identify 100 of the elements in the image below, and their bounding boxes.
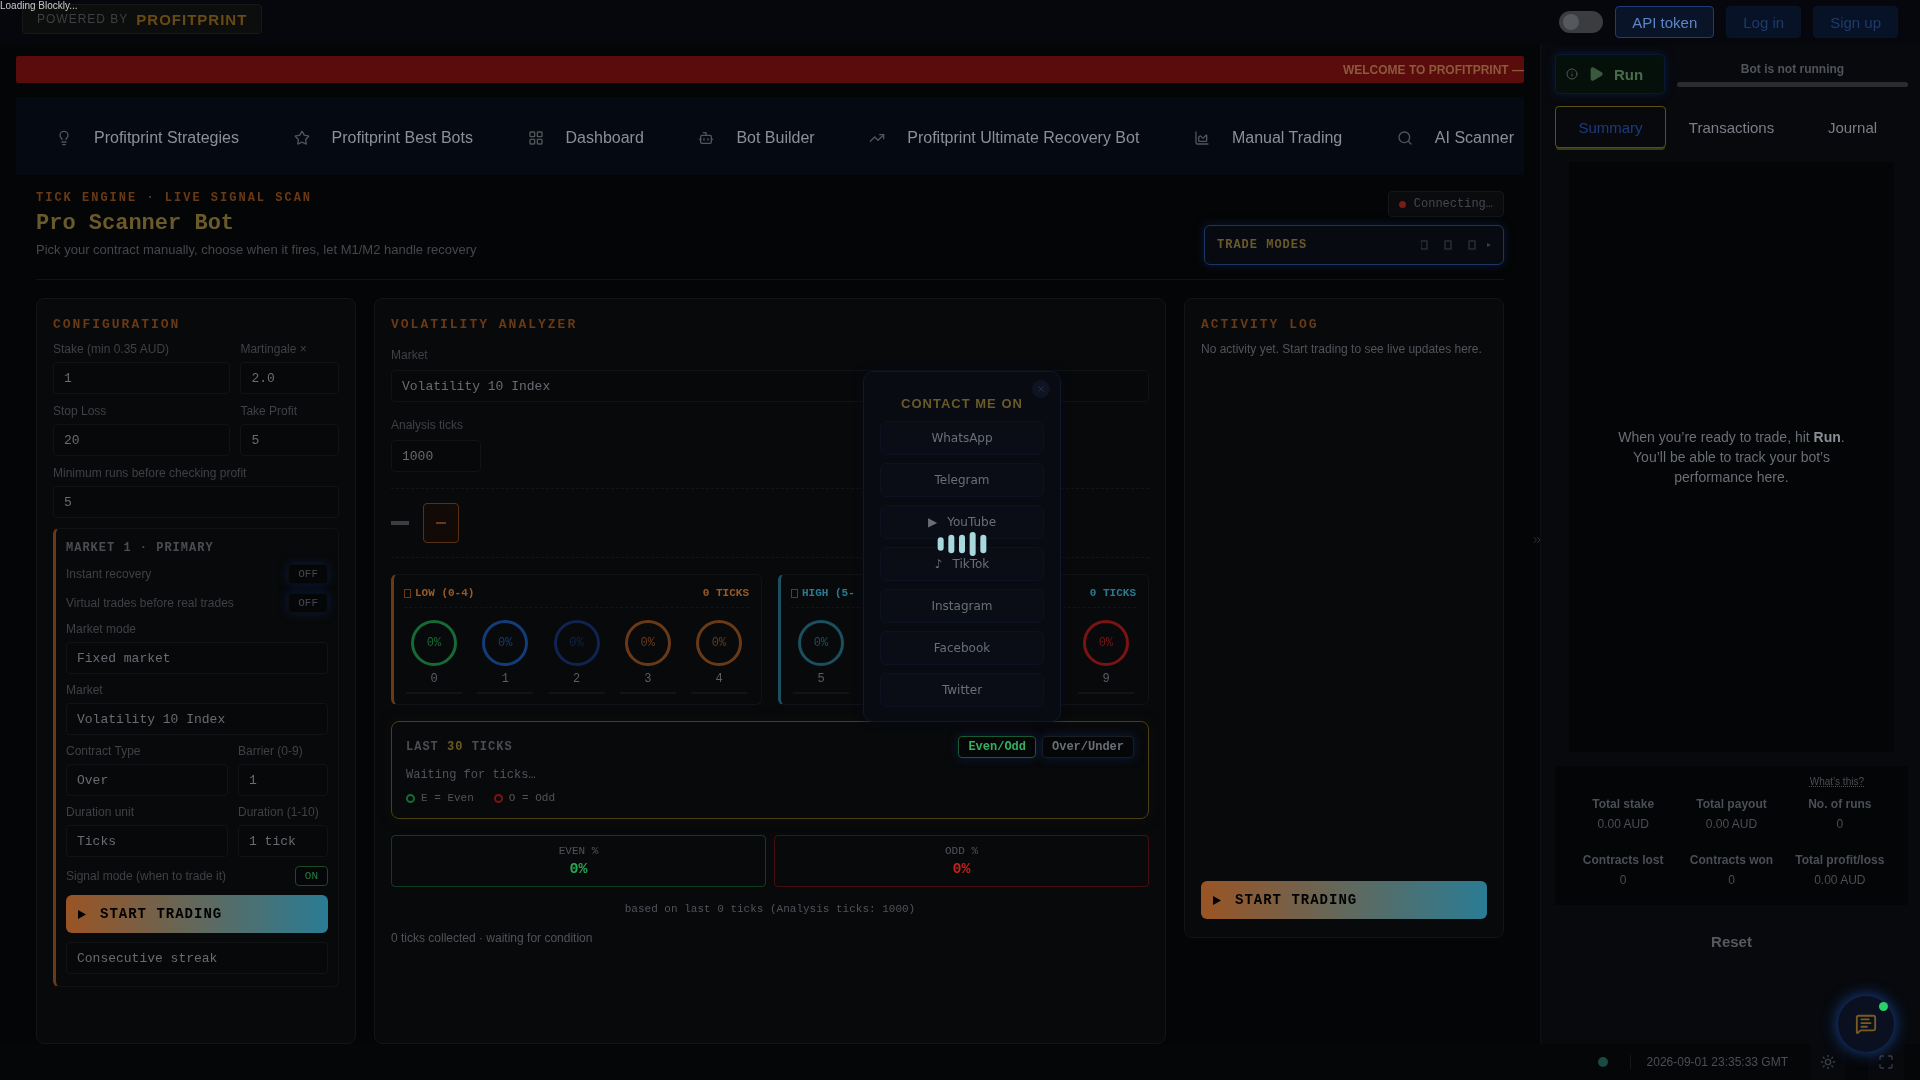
digit-label: 4 bbox=[715, 672, 723, 686]
play-triangle-icon bbox=[1213, 895, 1221, 905]
page-subtitle: Pick your contract manually, choose when it fires, let M1/M2 handle recovery bbox=[36, 242, 477, 257]
loading-text: Loading Blockly... bbox=[0, 0, 78, 11]
minus-button[interactable] bbox=[423, 503, 459, 543]
input-field[interactable]: Fixed market bbox=[66, 642, 328, 674]
search-icon bbox=[1396, 130, 1413, 146]
analysis-footnote: based on last 0 ticks (Analysis ticks: 1000) bbox=[623, 903, 917, 915]
nav-item[interactable]: AI Scanner bbox=[1396, 129, 1514, 147]
nav-item[interactable]: Profitprint Ultimate Recovery Bot bbox=[869, 129, 1140, 147]
contact-link-button[interactable]: Facebook bbox=[880, 631, 1044, 665]
nav-item[interactable]: Manual Trading bbox=[1193, 129, 1343, 147]
field-label: Duration (1-10) bbox=[238, 805, 320, 819]
theme-button[interactable] bbox=[1810, 1044, 1846, 1080]
mode-dots-icon bbox=[1421, 240, 1491, 250]
stat-value: 0 bbox=[1836, 817, 1844, 831]
digit-percent-ring: 0% bbox=[482, 620, 529, 666]
stat-label: Total payout bbox=[1696, 797, 1767, 811]
close-button[interactable] bbox=[1032, 380, 1050, 398]
expand-icon[interactable] bbox=[1531, 534, 1543, 546]
stat-value: 0.00 AUD bbox=[1705, 817, 1758, 831]
input-field[interactable]: 1 bbox=[53, 362, 231, 394]
group-title: HIGH (5- bbox=[802, 587, 855, 599]
nav-item[interactable]: Profitprint Best Bots bbox=[293, 129, 473, 147]
empty-log-text: No activity yet. Start trading to see live updates here. bbox=[1201, 342, 1483, 356]
run-button[interactable]: Run bbox=[1555, 54, 1665, 94]
contact-link-button[interactable]: ▶ YouTube bbox=[880, 505, 1044, 539]
toggle-switch[interactable]: OFF bbox=[288, 564, 328, 584]
market-title: MARKET 1 · PRIMARY bbox=[66, 541, 215, 555]
star-icon bbox=[293, 130, 310, 146]
square-icon bbox=[404, 588, 411, 598]
api-token-button[interactable]: API token bbox=[1615, 6, 1715, 38]
stat-value: 0.00 AUD bbox=[1597, 817, 1649, 831]
panel-title: VOLATILITY ANALYZER bbox=[391, 317, 579, 332]
field-label: Stop Loss bbox=[53, 404, 108, 418]
banner-text: WELCOME TO PROFITPRINT — bbox=[1342, 62, 1524, 77]
input-field[interactable]: Ticks bbox=[66, 825, 228, 857]
start-trading-button[interactable]: START TRADING bbox=[66, 895, 328, 933]
stat-value: 0 bbox=[1728, 873, 1735, 887]
digit-percent-ring: 0% bbox=[696, 620, 742, 666]
field-label: Market bbox=[391, 348, 429, 362]
close-icon bbox=[1036, 384, 1046, 394]
tick-count: 0 TICKS bbox=[1089, 587, 1136, 599]
bulb-icon bbox=[56, 130, 72, 146]
stat-label: Contracts won bbox=[1689, 853, 1774, 867]
mode-toggle[interactable]: Even/Odd bbox=[958, 736, 1036, 758]
digit-percent-ring: 0% bbox=[1083, 620, 1129, 666]
nav-item[interactable]: Bot Builder bbox=[698, 129, 815, 147]
legend-text: E = Even bbox=[421, 792, 474, 804]
contact-link-button[interactable]: Telegram bbox=[880, 463, 1044, 497]
input-field[interactable]: 1 tick bbox=[238, 825, 328, 857]
contact-link-button[interactable]: Instagram bbox=[880, 589, 1044, 623]
square-icon bbox=[791, 588, 798, 598]
page-title: Pro Scanner Bot bbox=[36, 211, 236, 236]
toggle-label: Virtual trades before real trades bbox=[66, 596, 234, 610]
bot-status-text: Bot is not running bbox=[1740, 61, 1845, 76]
fullscreen-button[interactable] bbox=[1868, 1044, 1904, 1080]
start-trading-button[interactable]: START TRADING bbox=[1201, 881, 1487, 919]
toggle-label: Instant recovery bbox=[66, 567, 152, 581]
stat-label: Total profit/loss bbox=[1795, 853, 1885, 867]
input-field[interactable]: Over bbox=[66, 764, 228, 796]
trade-modes-bar[interactable]: TRADE MODES bbox=[1204, 225, 1504, 265]
input-field[interactable]: 1 bbox=[238, 764, 328, 796]
input-field[interactable]: 2.0 bbox=[240, 362, 339, 394]
toggle-switch[interactable]: OFF bbox=[288, 593, 328, 613]
contact-link-button[interactable]: WhatsApp bbox=[880, 421, 1044, 455]
digit-percent-ring: 0% bbox=[553, 620, 600, 666]
whats-this-link[interactable]: What’s this? bbox=[1809, 776, 1864, 787]
nav-item[interactable]: Profitprint Strategies bbox=[56, 129, 239, 147]
input-field[interactable]: 1000 bbox=[391, 440, 481, 472]
field-label: Market bbox=[66, 683, 104, 697]
input-field[interactable]: 20 bbox=[53, 424, 231, 456]
nav-item[interactable]: Dashboard bbox=[527, 129, 644, 147]
field-label: Contract Type bbox=[66, 744, 142, 758]
input-field[interactable]: 5 bbox=[240, 424, 339, 456]
legend-text: O = Odd bbox=[508, 792, 556, 804]
panel-title: ACTIVITY LOG bbox=[1201, 317, 1320, 332]
collection-status: 0 ticks collected · waiting for condition bbox=[391, 931, 594, 945]
contact-link-button[interactable]: ♪ TikTok bbox=[880, 547, 1044, 581]
play-triangle-icon bbox=[78, 909, 86, 919]
info-icon bbox=[1566, 68, 1578, 80]
field-label: Analysis ticks bbox=[391, 418, 465, 432]
brand-name: PROFITPRINT bbox=[136, 10, 248, 28]
waiting-text: Waiting for ticks… bbox=[406, 768, 537, 782]
panel-title: CONFIGURATION bbox=[53, 317, 182, 332]
mode-toggle[interactable]: Over/Under bbox=[1042, 736, 1134, 758]
input-field[interactable]: 5 bbox=[53, 486, 339, 518]
toggle-switch[interactable]: ON bbox=[294, 866, 328, 886]
field-label: Take Profit bbox=[240, 404, 299, 418]
input-field[interactable]: Consecutive streak bbox=[66, 942, 328, 974]
fullscreen-icon bbox=[1878, 1054, 1894, 1070]
toggle-label: Signal mode (when to trade it) bbox=[66, 869, 227, 883]
area-chart-icon bbox=[1193, 130, 1210, 146]
stat-label: ODD % bbox=[945, 844, 978, 857]
input-field[interactable]: Volatility 10 Index bbox=[66, 703, 328, 735]
theme-toggle[interactable] bbox=[1559, 11, 1604, 33]
minus-icon bbox=[436, 522, 446, 524]
contact-link-button[interactable]: Twitter bbox=[880, 673, 1044, 707]
stat-value: 0 bbox=[1619, 873, 1627, 887]
play-icon bbox=[1588, 66, 1604, 82]
